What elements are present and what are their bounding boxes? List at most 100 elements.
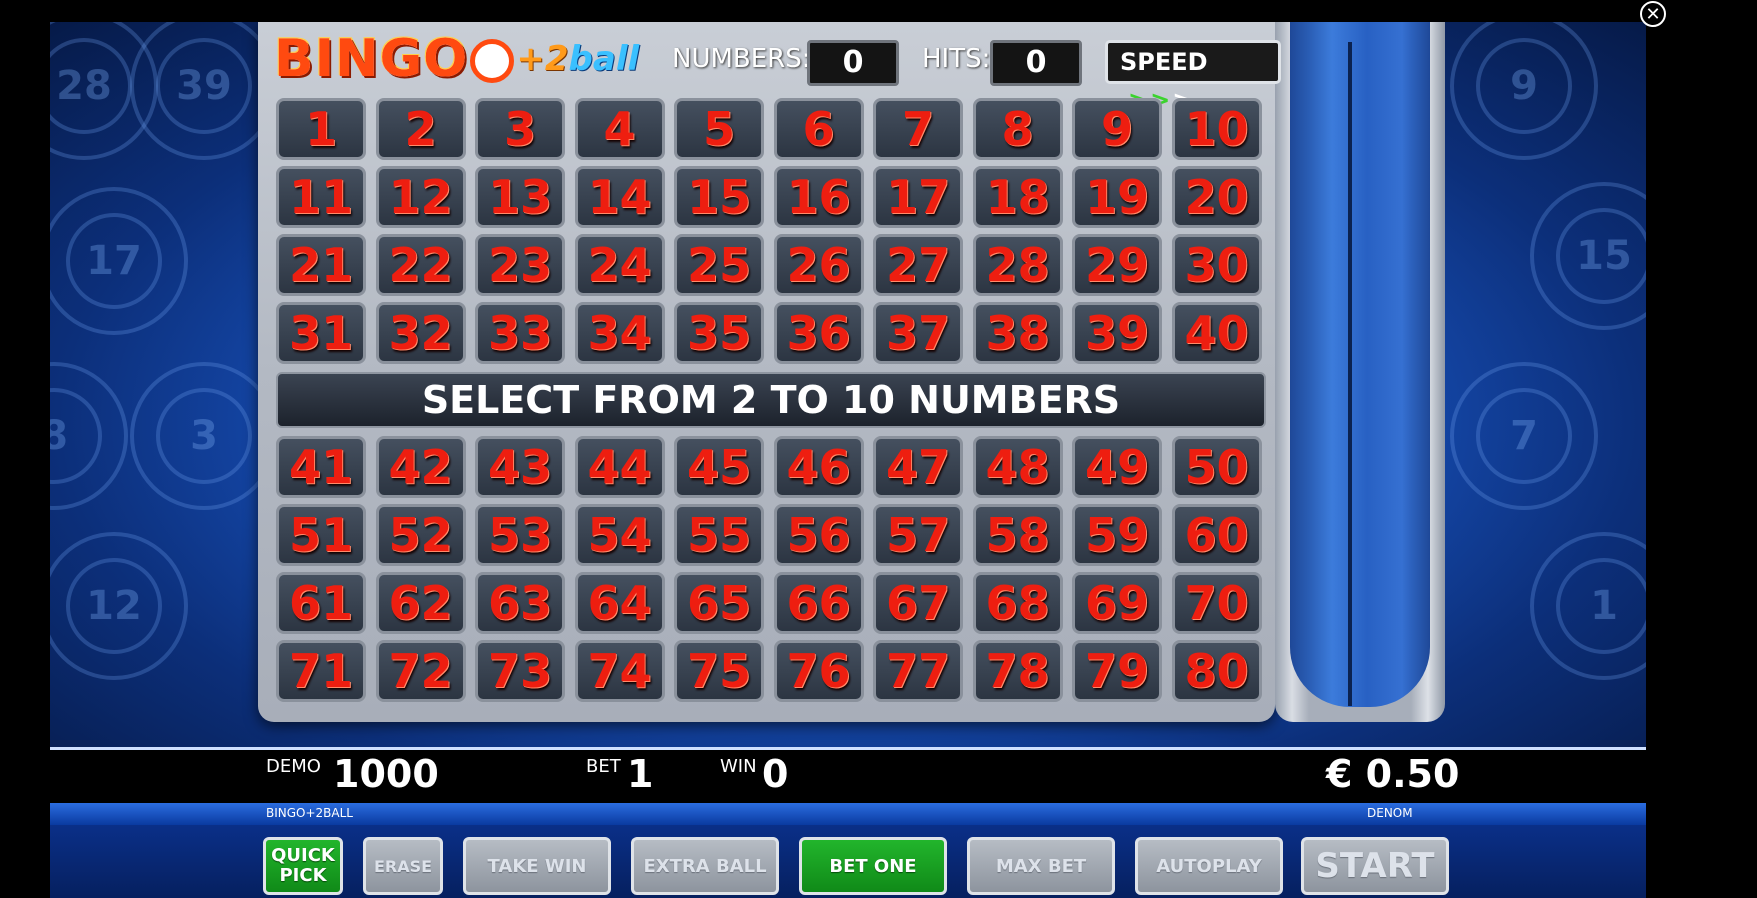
number-cell[interactable]: 21 (276, 234, 366, 296)
number-cell[interactable]: 51 (276, 504, 366, 566)
number-cell[interactable]: 60 (1171, 504, 1262, 566)
number-cell[interactable]: 31 (276, 302, 366, 364)
number-cell[interactable]: 32 (375, 302, 466, 364)
number-cell[interactable]: 7 (873, 98, 963, 160)
number-cell[interactable]: 42 (375, 436, 466, 498)
number-cell[interactable]: 79 (1072, 640, 1162, 702)
number-cell[interactable]: 12 (375, 166, 466, 228)
number-cell[interactable]: 14 (574, 166, 665, 228)
number-cell[interactable]: 74 (574, 640, 665, 702)
win-label: WIN (720, 756, 757, 777)
number-cell[interactable]: 15 (674, 166, 764, 228)
number-cell[interactable]: 29 (1072, 234, 1162, 296)
number-cell[interactable]: 4 (574, 98, 665, 160)
background-ball-number: 17 (66, 213, 162, 309)
number-cell[interactable]: 20 (1171, 166, 1262, 228)
erase-button[interactable]: ERASE (363, 837, 443, 895)
autoplay-button[interactable]: AUTOPLAY (1135, 837, 1283, 895)
demo-label: DEMO (266, 756, 321, 777)
number-cell[interactable]: 46 (773, 436, 864, 498)
start-button[interactable]: START (1301, 837, 1449, 895)
take-win-button[interactable]: TAKE WIN (463, 837, 611, 895)
number-cell[interactable]: 23 (475, 234, 565, 296)
number-cell[interactable]: 55 (674, 504, 764, 566)
background-ball-number: 9 (1476, 38, 1572, 134)
quick-pick-button[interactable]: QUICK PICK (263, 837, 343, 895)
background-ball: 15 (1530, 182, 1646, 330)
number-cell[interactable]: 37 (873, 302, 963, 364)
number-cell[interactable]: 78 (972, 640, 1063, 702)
number-cell[interactable]: 70 (1171, 572, 1262, 634)
number-cell[interactable]: 2 (375, 98, 466, 160)
number-cell[interactable]: 72 (375, 640, 466, 702)
number-cell[interactable]: 16 (773, 166, 864, 228)
number-cell[interactable]: 56 (773, 504, 864, 566)
number-cell[interactable]: 25 (674, 234, 764, 296)
number-cell[interactable]: 44 (574, 436, 665, 498)
number-cell[interactable]: 43 (475, 436, 565, 498)
number-cell[interactable]: 66 (773, 572, 864, 634)
number-cell[interactable]: 76 (773, 640, 864, 702)
number-cell[interactable]: 35 (674, 302, 764, 364)
number-cell[interactable]: 19 (1072, 166, 1162, 228)
game-logo: BINGO +2 ball (274, 29, 644, 89)
number-cell[interactable]: 33 (475, 302, 565, 364)
number-cell[interactable]: 58 (972, 504, 1063, 566)
number-cell[interactable]: 73 (475, 640, 565, 702)
number-cell[interactable]: 30 (1171, 234, 1262, 296)
number-cell[interactable]: 18 (972, 166, 1063, 228)
number-cell[interactable]: 71 (276, 640, 366, 702)
number-cell[interactable]: 28 (972, 234, 1063, 296)
number-cell[interactable]: 11 (276, 166, 366, 228)
number-cell[interactable]: 8 (972, 98, 1063, 160)
number-cell[interactable]: 49 (1072, 436, 1162, 498)
number-cell[interactable]: 10 (1171, 98, 1262, 160)
number-cell[interactable]: 77 (873, 640, 963, 702)
number-cell[interactable]: 26 (773, 234, 864, 296)
number-cell[interactable]: 17 (873, 166, 963, 228)
number-cell[interactable]: 50 (1171, 436, 1262, 498)
number-cell[interactable]: 5 (674, 98, 764, 160)
number-cell[interactable]: 45 (674, 436, 764, 498)
number-cell[interactable]: 27 (873, 234, 963, 296)
number-cell[interactable]: 48 (972, 436, 1063, 498)
number-cell[interactable]: 13 (475, 166, 565, 228)
number-cell[interactable]: 47 (873, 436, 963, 498)
number-cell[interactable]: 57 (873, 504, 963, 566)
number-cell[interactable]: 64 (574, 572, 665, 634)
bet-one-button[interactable]: BET ONE (799, 837, 947, 895)
number-cell[interactable]: 53 (475, 504, 565, 566)
number-cell[interactable]: 22 (375, 234, 466, 296)
info-strip: BINGO+2BALL DENOM (50, 803, 1646, 825)
number-cell[interactable]: 68 (972, 572, 1063, 634)
number-cell[interactable]: 75 (674, 640, 764, 702)
number-cell[interactable]: 3 (475, 98, 565, 160)
number-cell[interactable]: 1 (276, 98, 366, 160)
number-cell[interactable]: 59 (1072, 504, 1162, 566)
number-cell[interactable]: 54 (574, 504, 665, 566)
number-cell[interactable]: 61 (276, 572, 366, 634)
speed-button[interactable]: SPEED >>> (1105, 40, 1281, 114)
number-cell[interactable]: 39 (1072, 302, 1162, 364)
number-cell[interactable]: 40 (1171, 302, 1262, 364)
background-ball-number: 15 (1556, 208, 1646, 304)
number-cell[interactable]: 9 (1072, 98, 1162, 160)
number-cell[interactable]: 24 (574, 234, 665, 296)
number-cell[interactable]: 41 (276, 436, 366, 498)
number-cell[interactable]: 69 (1072, 572, 1162, 634)
number-cell[interactable]: 38 (972, 302, 1063, 364)
number-cell[interactable]: 67 (873, 572, 963, 634)
number-cell[interactable]: 36 (773, 302, 864, 364)
number-cell[interactable]: 52 (375, 504, 466, 566)
hits-counter: 0 (990, 40, 1082, 86)
number-cell[interactable]: 63 (475, 572, 565, 634)
number-cell[interactable]: 62 (375, 572, 466, 634)
extra-ball-button[interactable]: EXTRA BALL (631, 837, 779, 895)
number-cell[interactable]: 6 (773, 98, 864, 160)
game-stage: 28 39 17 8 3 12 9 15 7 1 BINGO +2 ball N… (50, 22, 1646, 747)
close-icon[interactable]: ✕ (1640, 1, 1666, 27)
number-cell[interactable]: 65 (674, 572, 764, 634)
number-cell[interactable]: 34 (574, 302, 665, 364)
number-cell[interactable]: 80 (1171, 640, 1262, 702)
max-bet-button[interactable]: MAX BET (967, 837, 1115, 895)
